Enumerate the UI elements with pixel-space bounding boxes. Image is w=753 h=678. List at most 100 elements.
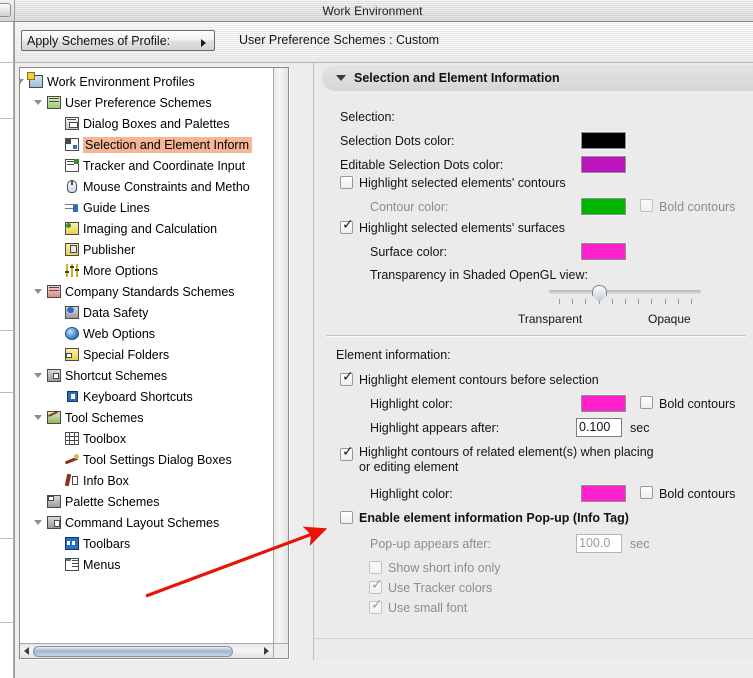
use-small-font-checkbox[interactable]: ✓ (369, 598, 383, 614)
tree-item-label: Tool Schemes (65, 410, 144, 425)
bold-contours-row-1: Bold contours (659, 197, 735, 217)
bold-contours-checkbox-1[interactable] (640, 199, 653, 212)
background-window-divider-3 (0, 330, 14, 331)
tree-item-selection-and-element-inform[interactable]: Selection and Element Inform (20, 134, 273, 155)
highlight-selected-surfaces-checkbox[interactable]: ✓ (340, 218, 354, 234)
current-profile-value: User Preference Schemes : Custom (239, 33, 440, 47)
show-short-info-checkbox[interactable] (369, 561, 382, 574)
window-titlebar[interactable]: Work Environment (15, 0, 753, 22)
tree-item-web-options[interactable]: Web Options (20, 323, 273, 344)
highlight-appears-after-input[interactable]: 0.100 (576, 418, 622, 437)
twisty-down-icon[interactable] (20, 71, 25, 92)
surface-color-row: Surface color: (370, 242, 447, 262)
tree-item-toolbox[interactable]: Toolbox (20, 428, 273, 449)
show-short-info-row: Show short info only (388, 558, 501, 578)
schemes-tree-list[interactable]: Work Environment Profiles User Preference… (20, 68, 273, 575)
contour-color-label: Contour color: (370, 200, 449, 214)
tree-item-label: Work Environment Profiles (47, 74, 195, 89)
highlight-related-contours-checkbox[interactable]: ✓ (340, 445, 354, 461)
twisty-down-icon[interactable] (32, 281, 43, 302)
tree-item-tool-schemes[interactable]: Tool Schemes (20, 407, 273, 428)
section-header[interactable]: Selection and Element Information (322, 65, 753, 91)
enable-popup-label: Enable element information Pop-up (Info … (359, 511, 629, 525)
tree-item-palette-schemes[interactable]: Palette Schemes (20, 491, 273, 512)
tree-item-command-layout-schemes[interactable]: Command Layout Schemes (20, 512, 273, 533)
popup-appears-after-unit: sec (630, 537, 650, 551)
tree-item-label: User Preference Schemes (65, 95, 212, 110)
scroll-right-arrow-icon[interactable] (260, 644, 273, 659)
hscroll-thumb[interactable] (33, 646, 233, 657)
tree-item-tracker-and-coordinate-input[interactable]: Tracker and Coordinate Input (20, 155, 273, 176)
twisty-down-icon[interactable] (32, 92, 43, 113)
tree-item-data-safety[interactable]: Data Safety (20, 302, 273, 323)
tree-item-user-preference-schemes[interactable]: User Preference Schemes (20, 92, 273, 113)
tree-item-label: Toolbars (83, 536, 131, 551)
section-title: Selection and Element Information (354, 71, 560, 85)
transparency-max-label: Opaque (648, 312, 691, 326)
publisher-icon (64, 242, 80, 257)
highlight-selected-contours-checkbox[interactable] (340, 176, 353, 189)
tree-item-dialog-boxes-and-palettes[interactable]: Dialog Boxes and Palettes (20, 113, 273, 134)
tree-item-label: Selection and Element Inform (83, 136, 252, 153)
tree-item-toolbars[interactable]: Toolbars (20, 533, 273, 554)
background-window-divider-2 (0, 118, 14, 119)
selection-dots-color-swatch[interactable] (581, 132, 626, 149)
tree-item-mouse-constraints-and-metho[interactable]: Mouse Constraints and Metho (20, 176, 273, 197)
surface-color-swatch[interactable] (581, 243, 626, 260)
background-window-button (0, 3, 11, 17)
selection-dots-color-row: Selection Dots color: (340, 131, 455, 151)
tree-item-shortcut-schemes[interactable]: Shortcut Schemes (20, 365, 273, 386)
transparency-slider[interactable] (549, 285, 701, 315)
tree-item-company-standards-schemes[interactable]: Company Standards Schemes (20, 281, 273, 302)
scroll-left-arrow-icon[interactable] (20, 644, 33, 659)
highlight-color-row-1: Highlight color: (370, 394, 453, 414)
tree-item-more-options[interactable]: More Options (20, 260, 273, 281)
highlight-selected-contours-row: Highlight selected elements' contours (359, 173, 566, 193)
enable-popup-row: Enable element information Pop-up (Info … (359, 508, 629, 528)
tree-item-info-box[interactable]: Info Box (20, 470, 273, 491)
tree-item-label: Web Options (83, 326, 156, 341)
popup-appears-after-input[interactable]: 100.0 (576, 534, 622, 553)
tree-item-keyboard-shortcuts[interactable]: Keyboard Shortcuts (20, 386, 273, 407)
tree-item-publisher[interactable]: Publisher (20, 239, 273, 260)
bold-contours-row-3: Bold contours (659, 484, 735, 504)
enable-popup-checkbox[interactable] (340, 511, 353, 524)
use-small-font-label: Use small font (388, 601, 468, 615)
tree-item-menus[interactable]: Menus (20, 554, 273, 575)
profile-toolbar: Apply Schemes of Profile: User Preferenc… (15, 22, 753, 63)
scheme-green-icon (46, 95, 62, 110)
highlight-color-swatch-1[interactable] (581, 395, 626, 412)
tree-item-imaging-and-calculation[interactable]: Imaging and Calculation (20, 218, 273, 239)
schemes-tree-viewport: Work Environment Profiles User Preference… (20, 68, 273, 643)
tree-item-work-environment-profiles[interactable]: Work Environment Profiles (20, 71, 273, 92)
show-short-info-label: Show short info only (388, 561, 501, 575)
transparency-label-row: Transparency in Shaded OpenGL view: (370, 265, 588, 285)
contour-color-swatch[interactable] (581, 198, 626, 215)
triangle-down-icon[interactable] (336, 75, 346, 81)
slider-track[interactable] (549, 290, 701, 294)
twisty-down-icon[interactable] (32, 365, 43, 386)
background-window-divider-4 (0, 392, 14, 393)
apply-schemes-of-profile-label: Apply Schemes of Profile: (27, 33, 171, 48)
highlight-color-swatch-2[interactable] (581, 485, 626, 502)
selection-dots-color-label: Selection Dots color: (340, 134, 455, 148)
popup-appears-after-row: Pop-up appears after: (370, 534, 491, 554)
highlight-before-selection-checkbox[interactable]: ✓ (340, 370, 354, 386)
use-tracker-colors-checkbox[interactable]: ✓ (369, 578, 383, 594)
twisty-down-icon[interactable] (32, 512, 43, 533)
editable-selection-dots-color-swatch[interactable] (581, 156, 626, 173)
bold-contours-checkbox-3[interactable] (640, 486, 653, 499)
tree-item-special-folders[interactable]: Special Folders (20, 344, 273, 365)
tree-item-label: Guide Lines (83, 200, 150, 215)
tracker-icon (64, 158, 80, 173)
tree-item-label: Shortcut Schemes (65, 368, 168, 383)
twisty-down-icon[interactable] (32, 407, 43, 428)
tree-item-guide-lines[interactable]: Guide Lines (20, 197, 273, 218)
editable-selection-dots-color-label: Editable Selection Dots color: (340, 158, 504, 172)
tree-vertical-scrollbar[interactable] (273, 68, 288, 643)
tree-horizontal-scrollbar[interactable] (20, 643, 273, 658)
window-bottom-strip (15, 660, 753, 678)
tree-item-tool-settings-dialog-boxes[interactable]: Tool Settings Dialog Boxes (20, 449, 273, 470)
apply-schemes-of-profile-dropdown[interactable]: Apply Schemes of Profile: (21, 30, 215, 51)
bold-contours-checkbox-2[interactable] (640, 396, 653, 409)
